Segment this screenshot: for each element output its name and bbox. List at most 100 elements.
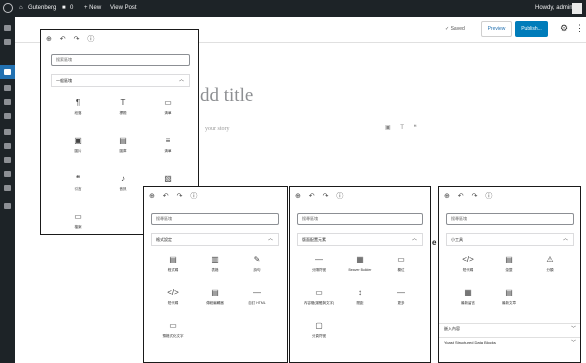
users-icon[interactable] — [4, 157, 11, 163]
comments-menu-icon[interactable] — [4, 113, 11, 119]
editor-toolbar-icons[interactable]: ⊕ ↶ ↷ ⓘ — [295, 191, 346, 201]
block-item[interactable]: — 自訂 HTML — [240, 288, 274, 306]
block-item[interactable]: ▭ 清單 — [151, 98, 185, 116]
plugins-icon[interactable] — [4, 143, 11, 149]
comments-icon[interactable]: ■ — [62, 5, 66, 11]
block-item[interactable]: ▤ 最新文章 — [492, 288, 526, 306]
jetpack-icon[interactable] — [4, 39, 11, 45]
block-icon: ▭ — [74, 212, 82, 221]
more-options-icon[interactable]: ⋮ — [575, 23, 584, 34]
block-item[interactable]: ▤ 傳統編輯器 — [198, 288, 232, 306]
dashboard-icon[interactable] — [4, 25, 11, 31]
block-search-input[interactable]: 搜尋區塊 — [297, 213, 423, 225]
block-label: 彙整 — [505, 268, 513, 272]
block-label: 檔案 — [74, 225, 82, 229]
block-icon: — — [315, 255, 323, 264]
block-item[interactable]: </> 短代碼 — [156, 288, 190, 306]
post-title-placeholder[interactable]: dd title — [200, 85, 253, 107]
block-item[interactable]: </> 短代碼 — [451, 255, 485, 273]
block-item[interactable]: ▦ Beaver Builder — [343, 255, 377, 272]
block-item[interactable]: — 更多 — [384, 288, 418, 306]
chevron-up-icon: ︿ — [562, 236, 568, 242]
inserter-panel-widgets: ⊕ ↶ ↷ ⓘ 搜尋區塊 小工具 ︿ </> 短代碼 ▤ 彙整 ⚠ 分類 ▦ 最新留言 ▤ 最新文… — [438, 186, 581, 363]
chevron-up-icon: ︿ — [411, 236, 417, 242]
wordpress-logo-icon[interactable] — [3, 3, 13, 13]
block-item[interactable]: ▢ 分頁符號 — [302, 321, 336, 339]
category-widgets[interactable]: 小工具 ︿ — [446, 233, 574, 246]
block-label: 最新留言 — [461, 301, 475, 305]
admin-sidebar-menu — [0, 17, 15, 363]
saved-status: ✓ Saved — [445, 26, 465, 32]
block-item[interactable]: ▤ 圖庫 — [106, 136, 140, 154]
block-search-input[interactable]: 搜索區塊 — [51, 54, 190, 66]
block-item[interactable]: ▦ 最新留言 — [451, 288, 485, 306]
block-item[interactable]: ▭ 預格式化文字 — [156, 321, 190, 339]
block-label: 傳統編輯器 — [206, 301, 224, 305]
block-item[interactable]: ▣ 圖片 — [61, 136, 95, 154]
category-label: 格式設定 — [156, 237, 172, 242]
block-icon: </> — [462, 255, 474, 264]
block-item[interactable]: T 標題 — [106, 98, 140, 116]
home-icon[interactable]: ⌂ — [19, 5, 23, 11]
block-item[interactable]: ▤ 彙整 — [492, 255, 526, 273]
category-common-blocks[interactable]: 一般區塊 ︿ — [51, 74, 190, 87]
block-item[interactable]: ↕ 間距 — [343, 288, 377, 306]
comments-count[interactable]: 0 — [70, 5, 73, 11]
category-layout-elements[interactable]: 版面配置元素 ︿ — [297, 233, 423, 246]
block-item[interactable]: ≡ 清單 — [151, 136, 185, 154]
publish-button[interactable]: Publish... — [515, 21, 548, 37]
block-icon: ❝ — [75, 174, 81, 183]
block-search-input[interactable]: 搜尋區塊 — [446, 213, 574, 225]
block-item[interactable]: ♪ 音訊 — [106, 174, 140, 192]
settings-icon[interactable] — [4, 185, 11, 191]
preview-button[interactable]: Preview — [481, 21, 512, 37]
block-item[interactable]: ¶ 段落 — [61, 98, 95, 116]
block-item[interactable]: ▭ 欄位 — [384, 255, 418, 273]
editor-toolbar-icons[interactable]: ⊕ ↶ ↷ ⓘ — [149, 191, 200, 201]
block-label: 間距 — [356, 301, 364, 305]
block-icon: ▧ — [164, 174, 172, 183]
editor-peek-text: e — [432, 238, 437, 247]
posts-icon[interactable] — [4, 69, 11, 75]
howdy-user-link[interactable]: Howdy, admin — [535, 5, 573, 11]
block-item[interactable]: ▭ 檔案 — [61, 212, 95, 230]
block-item[interactable]: ❝ 引言 — [61, 174, 95, 192]
post-body-placeholder[interactable]: your story — [205, 126, 230, 132]
category-label: 小工具 — [451, 237, 463, 242]
block-item[interactable]: ✎ 詩句 — [240, 255, 274, 273]
settings-gear-icon[interactable]: ⚙ — [560, 23, 568, 34]
editor-toolbar-icons[interactable]: ⊕ ↶ ↷ ⓘ — [46, 34, 97, 44]
category-yoast-structured-data[interactable]: Yoast Structured Data Blocks ﹀ — [439, 337, 580, 348]
new-content-link[interactable]: + New — [84, 5, 101, 11]
category-formatting[interactable]: 格式設定 ︿ — [151, 233, 279, 246]
block-label: 音訊 — [119, 187, 127, 191]
block-label: 更多 — [397, 301, 405, 305]
collapse-menu-icon[interactable] — [4, 203, 11, 209]
media-icon[interactable] — [4, 85, 11, 91]
block-item[interactable]: ▤ 程式碼 — [156, 255, 190, 273]
block-label: Beaver Builder — [348, 268, 372, 272]
inserter-panel-layout: ⊕ ↶ ↷ ⓘ 搜尋區塊 版面配置元素 ︿ — 分隔符號 ▦ Beaver Build… — [289, 186, 431, 363]
appearance-icon[interactable] — [4, 129, 11, 135]
category-embeds[interactable]: 嵌入內容 ﹀ — [439, 323, 580, 334]
block-label: 分隔符號 — [312, 268, 326, 272]
site-name-link[interactable]: Gutenberg — [28, 5, 56, 11]
block-item[interactable]: ▭ 內容權(媒體與文字) — [302, 288, 336, 306]
block-label: 清單 — [164, 111, 172, 115]
view-post-link[interactable]: View Post — [110, 5, 137, 11]
avatar[interactable] — [572, 3, 582, 14]
block-search-input[interactable]: 搜尋區塊 — [151, 213, 279, 225]
block-icon: — — [253, 288, 261, 297]
block-label: 分類 — [546, 268, 554, 272]
block-item[interactable]: — 分隔符號 — [302, 255, 336, 273]
editor-toolbar-icons[interactable]: ⊕ ↶ ↷ ⓘ — [444, 191, 495, 201]
block-icon: ▭ — [397, 255, 405, 264]
block-label: 圖片 — [74, 149, 82, 153]
category-label: 嵌入內容 — [444, 326, 460, 331]
tools-icon[interactable] — [4, 171, 11, 177]
block-item[interactable]: ▥ 表格 — [198, 255, 232, 273]
pages-icon[interactable] — [4, 99, 11, 105]
inline-block-tools[interactable]: ▣ T ❝ — [385, 124, 421, 131]
block-label: 詩句 — [253, 268, 261, 272]
block-item[interactable]: ⚠ 分類 — [533, 255, 567, 273]
